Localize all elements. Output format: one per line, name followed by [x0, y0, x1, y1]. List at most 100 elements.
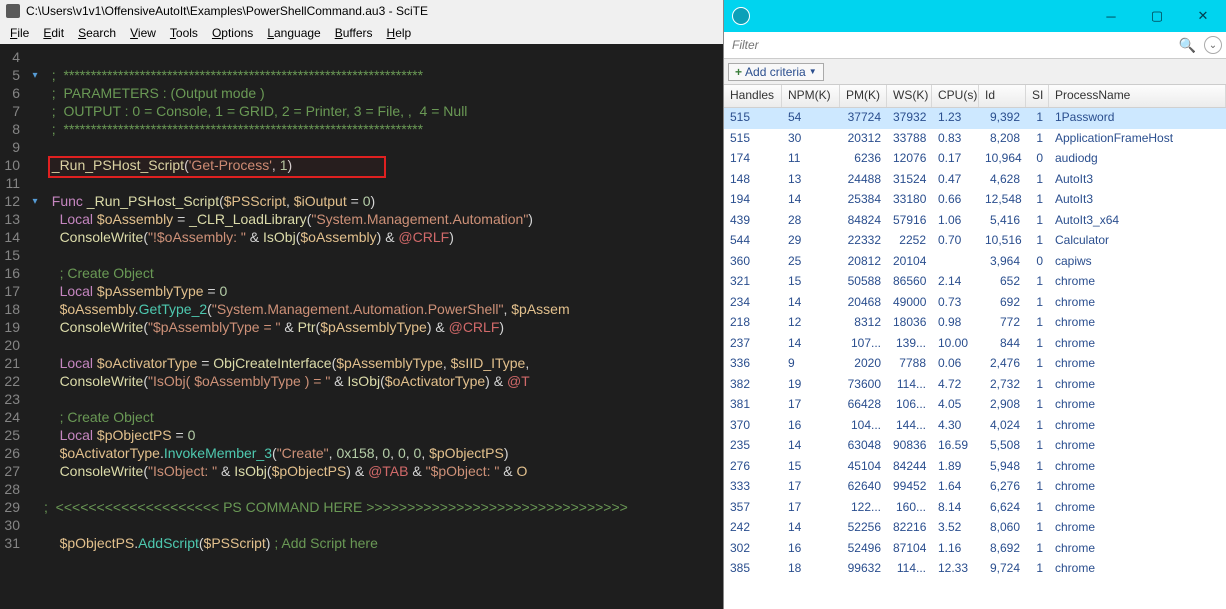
cell: 234: [724, 293, 782, 314]
cell: 237: [724, 334, 782, 355]
table-row[interactable]: 218128312180360.987721chrome: [724, 313, 1226, 334]
table-row[interactable]: 2421452256822163.528,0601chrome: [724, 518, 1226, 539]
table-row[interactable]: 2761545104842441.895,9481chrome: [724, 457, 1226, 478]
cell: 20312: [840, 129, 887, 150]
menu-view[interactable]: View: [124, 24, 162, 42]
line-number: 11: [0, 174, 26, 192]
cell: 1.06: [932, 211, 979, 232]
cell: 235: [724, 436, 782, 457]
table-row[interactable]: 23714107...139...10.008441chrome: [724, 334, 1226, 355]
cell: 29: [782, 231, 840, 252]
line-number: 30: [0, 516, 26, 534]
column-header-si[interactable]: SI: [1026, 85, 1049, 107]
line-number: 31: [0, 534, 26, 552]
cell: 148: [724, 170, 782, 191]
column-header-npmk[interactable]: NPM(K): [782, 85, 840, 107]
column-header-pmk[interactable]: PM(K): [840, 85, 887, 107]
table-row[interactable]: 35717122...160...8.146,6241chrome: [724, 498, 1226, 519]
table-row[interactable]: 3811766428106...4.052,9081chrome: [724, 395, 1226, 416]
add-criteria-button[interactable]: + Add criteria ▼: [728, 63, 824, 81]
table-row[interactable]: 1941425384331800.6612,5481AutoIt3: [724, 190, 1226, 211]
table-row[interactable]: 1481324488315240.474,6281AutoIt3: [724, 170, 1226, 191]
expand-toggle-icon[interactable]: ⌄: [1204, 36, 1222, 54]
table-row[interactable]: 5153020312337880.838,2081ApplicationFram…: [724, 129, 1226, 150]
cell: ApplicationFrameHost: [1049, 129, 1226, 150]
column-header-cpus[interactable]: CPU(s): [932, 85, 979, 107]
cell: capiws: [1049, 252, 1226, 273]
cell: 8,208: [979, 129, 1026, 150]
column-header-wsk[interactable]: WS(K): [887, 85, 932, 107]
cell: 33788: [887, 129, 932, 150]
table-row[interactable]: 3211550588865602.146521chrome: [724, 272, 1226, 293]
table-row[interactable]: 37016104...144...4.304,0241chrome: [724, 416, 1226, 437]
menu-file[interactable]: File: [4, 24, 35, 42]
cell: 1: [1026, 416, 1049, 437]
cell: 18036: [887, 313, 932, 334]
cell: 45104: [840, 457, 887, 478]
fold-cell: [26, 120, 44, 138]
table-row[interactable]: 3821973600114...4.722,7321chrome: [724, 375, 1226, 396]
menu-options[interactable]: Options: [206, 24, 259, 42]
line-number: 19: [0, 318, 26, 336]
code-content[interactable]: ; **************************************…: [44, 44, 723, 609]
cell: 0.06: [932, 354, 979, 375]
column-header-id[interactable]: Id: [979, 85, 1026, 107]
fold-cell: [26, 372, 44, 390]
cell: 52256: [840, 518, 887, 539]
menu-tools[interactable]: Tools: [164, 24, 204, 42]
cell: 12076: [887, 149, 932, 170]
cell: 0: [1026, 149, 1049, 170]
cell: chrome: [1049, 272, 1226, 293]
search-icon[interactable]: 🔍: [1175, 37, 1200, 54]
cell: 0: [1026, 252, 1049, 273]
table-row[interactable]: 23514630489083616.595,5081chrome: [724, 436, 1226, 457]
cell: 1.23: [932, 108, 979, 129]
table-row[interactable]: 4392884824579161.065,4161AutoIt3_x64: [724, 211, 1226, 232]
fold-cell: [26, 282, 44, 300]
table-row[interactable]: 3851899632114...12.339,7241chrome: [724, 559, 1226, 580]
table-row[interactable]: 544292233222520.7010,5161Calculator: [724, 231, 1226, 252]
cell: 25: [782, 252, 840, 273]
cell: chrome: [1049, 334, 1226, 355]
cell: 10,964: [979, 149, 1026, 170]
table-row[interactable]: 5155437724379321.239,39211Password: [724, 108, 1226, 129]
cell: 160...: [887, 498, 932, 519]
menu-help[interactable]: Help: [381, 24, 418, 42]
fold-cell: ▾: [26, 192, 44, 210]
menu-language[interactable]: Language: [261, 24, 326, 42]
line-number: 20: [0, 336, 26, 354]
cell: 1: [1026, 231, 1049, 252]
column-header-processname[interactable]: ProcessName: [1049, 85, 1226, 107]
menu-search[interactable]: Search: [72, 24, 122, 42]
grid-body[interactable]: 5155437724379321.239,39211Password515302…: [724, 108, 1226, 609]
close-button[interactable]: ✕: [1180, 0, 1226, 32]
cell: chrome: [1049, 498, 1226, 519]
menu-buffers[interactable]: Buffers: [329, 24, 379, 42]
table-row[interactable]: 3021652496871041.168,6921chrome: [724, 539, 1226, 560]
cell: 84244: [887, 457, 932, 478]
fold-cell: [26, 84, 44, 102]
table-row[interactable]: 174116236120760.1710,9640audiodg: [724, 149, 1226, 170]
cell: 8312: [840, 313, 887, 334]
table-row[interactable]: 3369202077880.062,4761chrome: [724, 354, 1226, 375]
minimize-button[interactable]: ─: [1088, 0, 1134, 32]
cell: 12.33: [932, 559, 979, 580]
cell: chrome: [1049, 313, 1226, 334]
table-row[interactable]: 3602520812201043,9640capiws: [724, 252, 1226, 273]
maximize-button[interactable]: ▢: [1134, 0, 1180, 32]
table-row[interactable]: 3331762640994521.646,2761chrome: [724, 477, 1226, 498]
filter-input[interactable]: [728, 36, 1175, 54]
cell: 14: [782, 334, 840, 355]
cell: 20812: [840, 252, 887, 273]
cell: 0.73: [932, 293, 979, 314]
table-row[interactable]: 2341420468490000.736921chrome: [724, 293, 1226, 314]
cell: 19: [782, 375, 840, 396]
cell: 382: [724, 375, 782, 396]
menu-edit[interactable]: Edit: [37, 24, 70, 42]
cell: 1: [1026, 313, 1049, 334]
cell: 114...: [887, 559, 932, 580]
cell: 194: [724, 190, 782, 211]
fold-cell: [26, 318, 44, 336]
column-header-handles[interactable]: Handles: [724, 85, 782, 107]
cell: chrome: [1049, 539, 1226, 560]
